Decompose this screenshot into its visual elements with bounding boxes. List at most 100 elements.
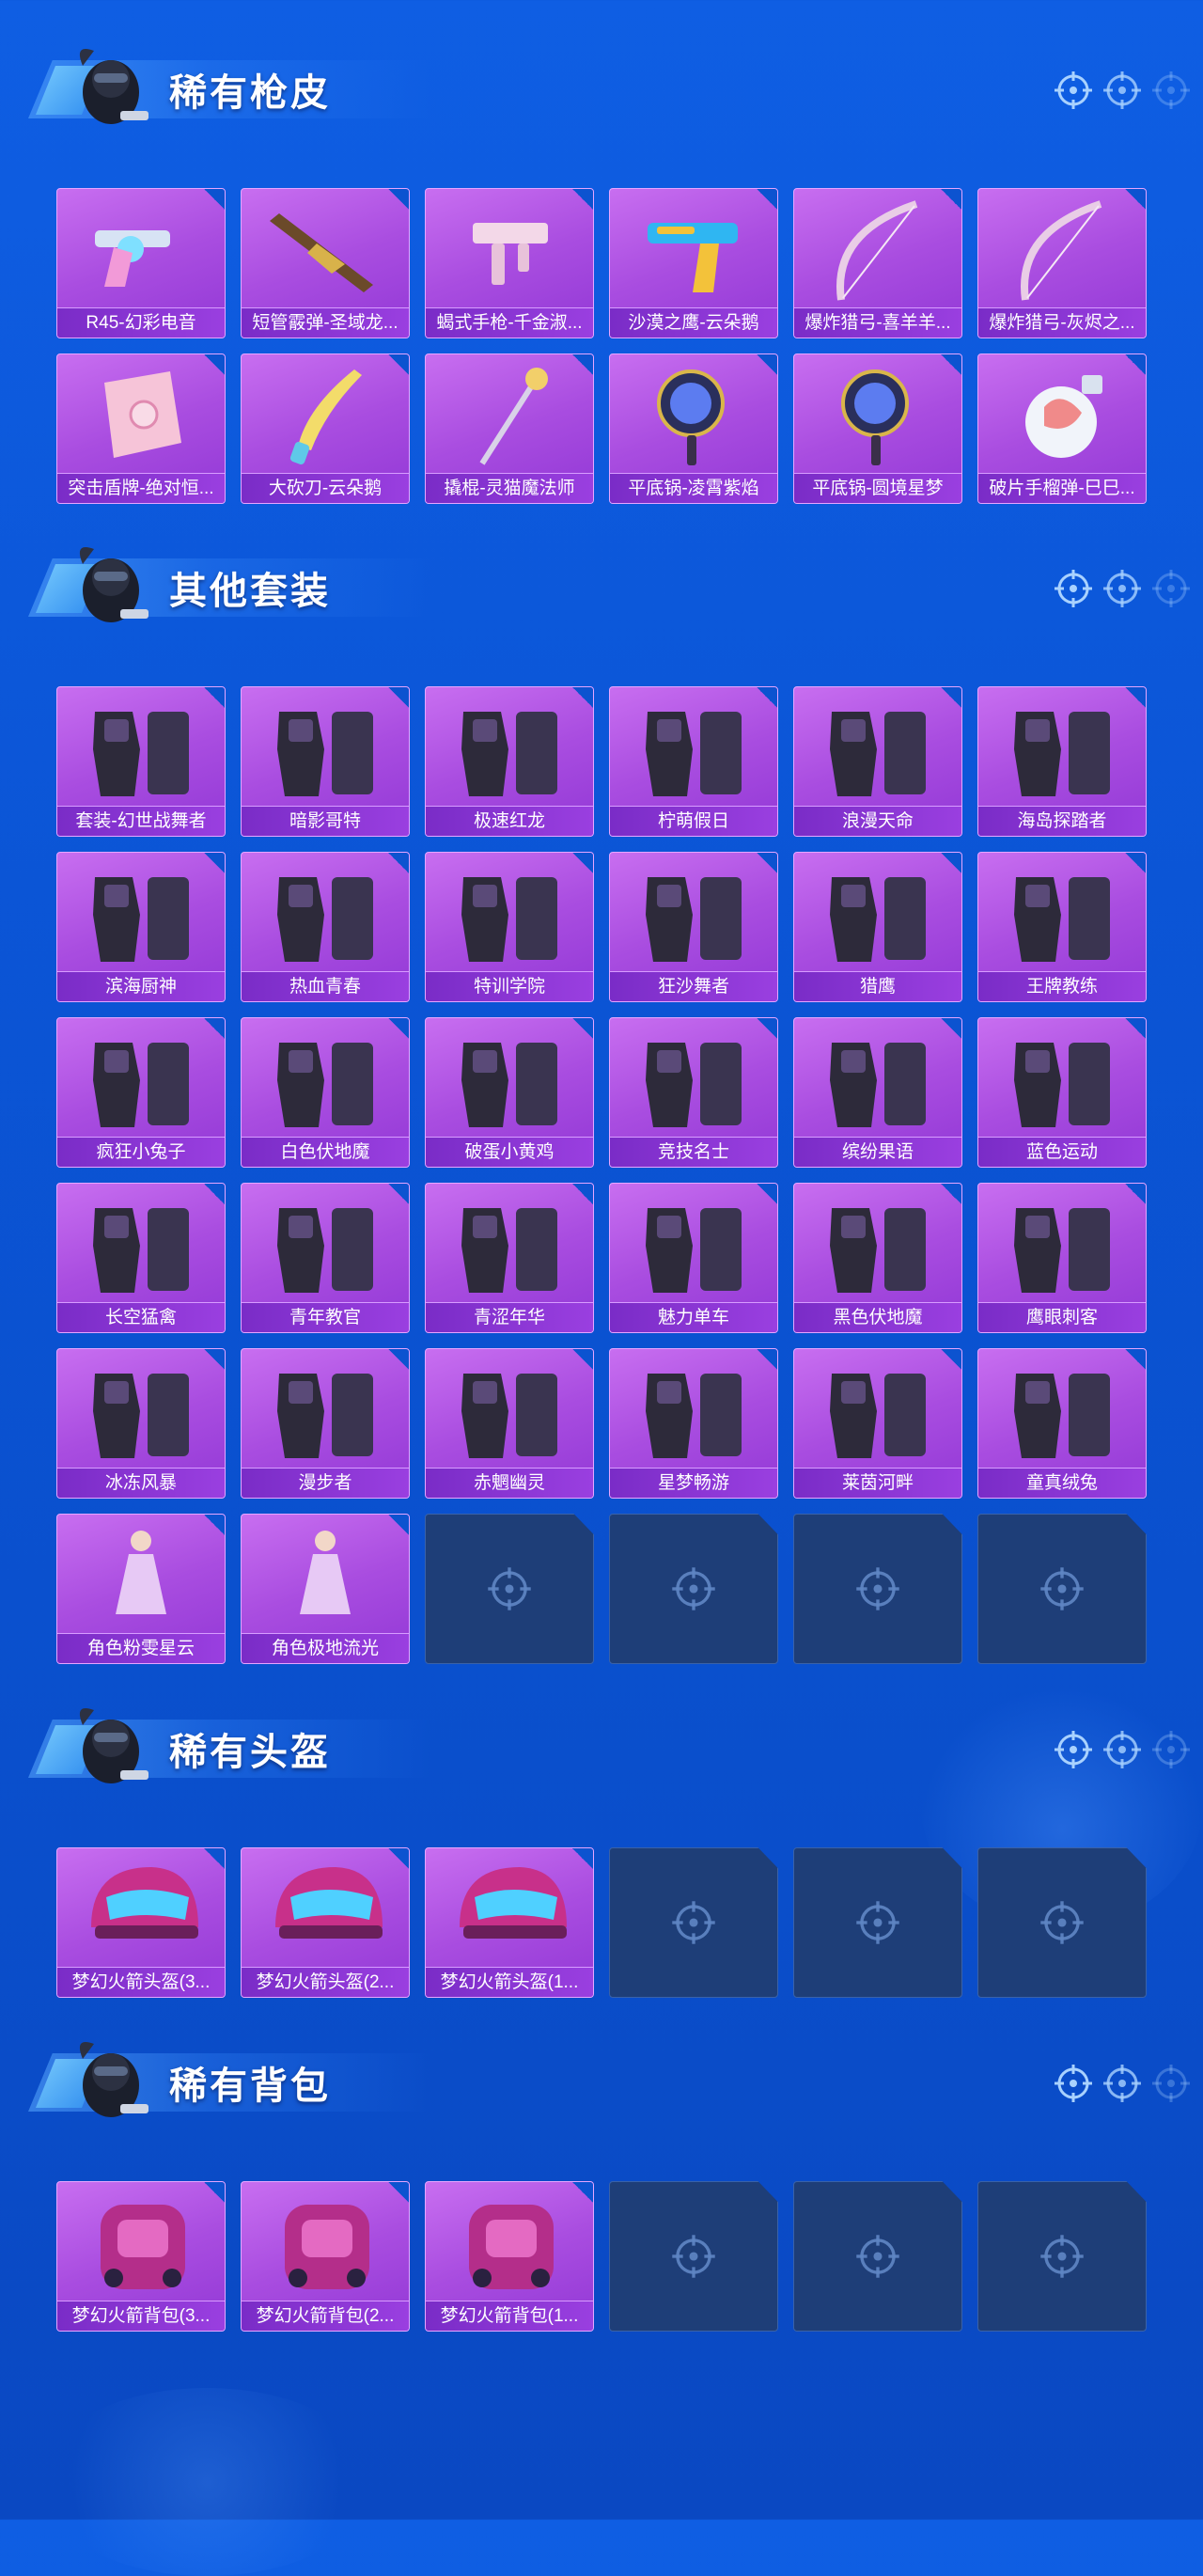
item-card[interactable]: 平底锅-凌霄紫焰	[609, 353, 778, 504]
item-card[interactable]: 特训学院	[425, 852, 594, 1002]
item-card[interactable]: 破片手榴弹-巳巳...	[977, 353, 1147, 504]
item-card[interactable]: 王牌教练	[977, 852, 1147, 1002]
item-card[interactable]: 极速红龙	[425, 686, 594, 837]
item-card[interactable]: 蝎式手枪-千金淑...	[425, 188, 594, 338]
item-label: 黑色伏地魔	[794, 1302, 961, 1332]
outfit-icon	[426, 693, 593, 804]
mascot-icon	[66, 1697, 156, 1800]
item-card[interactable]: 梦幻火箭头盔(3...	[56, 1847, 226, 1998]
item-card[interactable]: 暗影哥特	[241, 686, 410, 837]
item-card[interactable]: 猎鹰	[793, 852, 962, 1002]
empty-slot	[609, 1847, 778, 1998]
item-card[interactable]: 大砍刀-云朵鹅	[241, 353, 410, 504]
item-card[interactable]: 竞技名士	[609, 1017, 778, 1168]
crosshair-icon	[486, 1565, 533, 1612]
section-header: 稀有枪皮	[28, 38, 1194, 141]
item-label: 突击盾牌-绝对恒...	[57, 473, 225, 503]
item-card[interactable]: 青年教官	[241, 1183, 410, 1333]
item-card[interactable]: 爆炸猎弓-喜羊羊...	[793, 188, 962, 338]
item-card[interactable]: 梦幻火箭背包(3...	[56, 2181, 226, 2332]
outfit-icon	[610, 1024, 777, 1135]
item-label: 竞技名士	[610, 1137, 777, 1167]
crosshair-icon	[1150, 2063, 1192, 2104]
staff-icon	[426, 360, 593, 471]
item-card[interactable]: 赤魍幽灵	[425, 1348, 594, 1499]
item-label: 破蛋小黄鸡	[426, 1137, 593, 1167]
crosshair-icon	[1101, 568, 1143, 609]
item-label: 星梦畅游	[610, 1468, 777, 1498]
item-card[interactable]: 短管霰弹-圣域龙...	[241, 188, 410, 338]
item-card[interactable]: 撬棍-灵猫魔法师	[425, 353, 594, 504]
item-card[interactable]: R45-幻彩电音	[56, 188, 226, 338]
item-card[interactable]: 长空猛禽	[56, 1183, 226, 1333]
item-card[interactable]: 狂沙舞者	[609, 852, 778, 1002]
crosshair-icon	[1039, 2233, 1086, 2280]
item-card[interactable]: 黑色伏地魔	[793, 1183, 962, 1333]
item-card[interactable]: 爆炸猎弓-灰烬之...	[977, 188, 1147, 338]
header-reticles	[1053, 1729, 1194, 1770]
item-card[interactable]: 缤纷果语	[793, 1017, 962, 1168]
item-card[interactable]: 海岛探踏者	[977, 686, 1147, 837]
item-card[interactable]: 白色伏地魔	[241, 1017, 410, 1168]
item-card[interactable]: 冰冻风暴	[56, 1348, 226, 1499]
item-card[interactable]: 角色极地流光	[241, 1514, 410, 1664]
crosshair-icon	[1039, 1899, 1086, 1946]
crosshair-icon	[1150, 70, 1192, 111]
item-card[interactable]: 漫步者	[241, 1348, 410, 1499]
item-label: 莱茵河畔	[794, 1468, 961, 1498]
item-label: 长空猛禽	[57, 1302, 225, 1332]
item-label: 暗影哥特	[242, 806, 409, 836]
item-card[interactable]: 浪漫天命	[793, 686, 962, 837]
header-reticles	[1053, 568, 1194, 609]
item-card[interactable]: 角色粉雯星云	[56, 1514, 226, 1664]
section-title: 稀有枪皮	[169, 72, 331, 114]
item-card[interactable]: 套装-幻世战舞者	[56, 686, 226, 837]
item-card[interactable]: 疯狂小兔子	[56, 1017, 226, 1168]
item-card[interactable]: 柠萌假日	[609, 686, 778, 837]
outfit-icon	[57, 693, 225, 804]
item-card[interactable]: 魅力单车	[609, 1183, 778, 1333]
item-card[interactable]: 滨海厨神	[56, 852, 226, 1002]
item-label: 角色极地流光	[242, 1633, 409, 1663]
item-card[interactable]: 蓝色运动	[977, 1017, 1147, 1168]
empty-slot	[793, 1847, 962, 1998]
crosshair-icon	[670, 1899, 717, 1946]
item-card[interactable]: 青涩年华	[425, 1183, 594, 1333]
crosshair-icon	[1101, 1729, 1143, 1770]
item-label: 梦幻火箭头盔(3...	[57, 1967, 225, 1997]
item-label: 青年教官	[242, 1302, 409, 1332]
bow-icon	[794, 195, 961, 306]
empty-slot	[425, 1514, 594, 1664]
item-label: R45-幻彩电音	[57, 307, 225, 338]
item-card[interactable]: 童真绒兔	[977, 1348, 1147, 1499]
item-card[interactable]: 梦幻火箭头盔(1...	[425, 1847, 594, 1998]
item-card[interactable]: 鹰眼刺客	[977, 1183, 1147, 1333]
item-card[interactable]: 星梦畅游	[609, 1348, 778, 1499]
item-label: 疯狂小兔子	[57, 1137, 225, 1167]
item-card[interactable]: 热血青春	[241, 852, 410, 1002]
item-label: 蝎式手枪-千金淑...	[426, 307, 593, 338]
section-header: 稀有背包	[28, 2031, 1194, 2134]
section-header: 其他套装	[28, 536, 1194, 639]
item-card[interactable]: 莱茵河畔	[793, 1348, 962, 1499]
item-card[interactable]: 平底锅-圆境星梦	[793, 353, 962, 504]
pistol-icon	[610, 195, 777, 306]
empty-slot	[793, 1514, 962, 1664]
empty-slot	[609, 2181, 778, 2332]
section-header: 稀有头盔	[28, 1697, 1194, 1800]
backpack-icon	[426, 2188, 593, 2299]
item-label: 热血青春	[242, 971, 409, 1001]
outfit-icon	[57, 858, 225, 969]
item-card[interactable]: 突击盾牌-绝对恒...	[56, 353, 226, 504]
outfit-icon	[794, 693, 961, 804]
item-card[interactable]: 梦幻火箭背包(2...	[241, 2181, 410, 2332]
crosshair-icon	[1150, 568, 1192, 609]
header-reticles	[1053, 2063, 1194, 2104]
item-card[interactable]: 破蛋小黄鸡	[425, 1017, 594, 1168]
item-label: 平底锅-凌霄紫焰	[610, 473, 777, 503]
item-card[interactable]: 沙漠之鹰-云朵鹅	[609, 188, 778, 338]
item-card[interactable]: 梦幻火箭头盔(2...	[241, 1847, 410, 1998]
item-label: 白色伏地魔	[242, 1137, 409, 1167]
item-card[interactable]: 梦幻火箭背包(1...	[425, 2181, 594, 2332]
helmet-icon	[426, 1854, 593, 1965]
